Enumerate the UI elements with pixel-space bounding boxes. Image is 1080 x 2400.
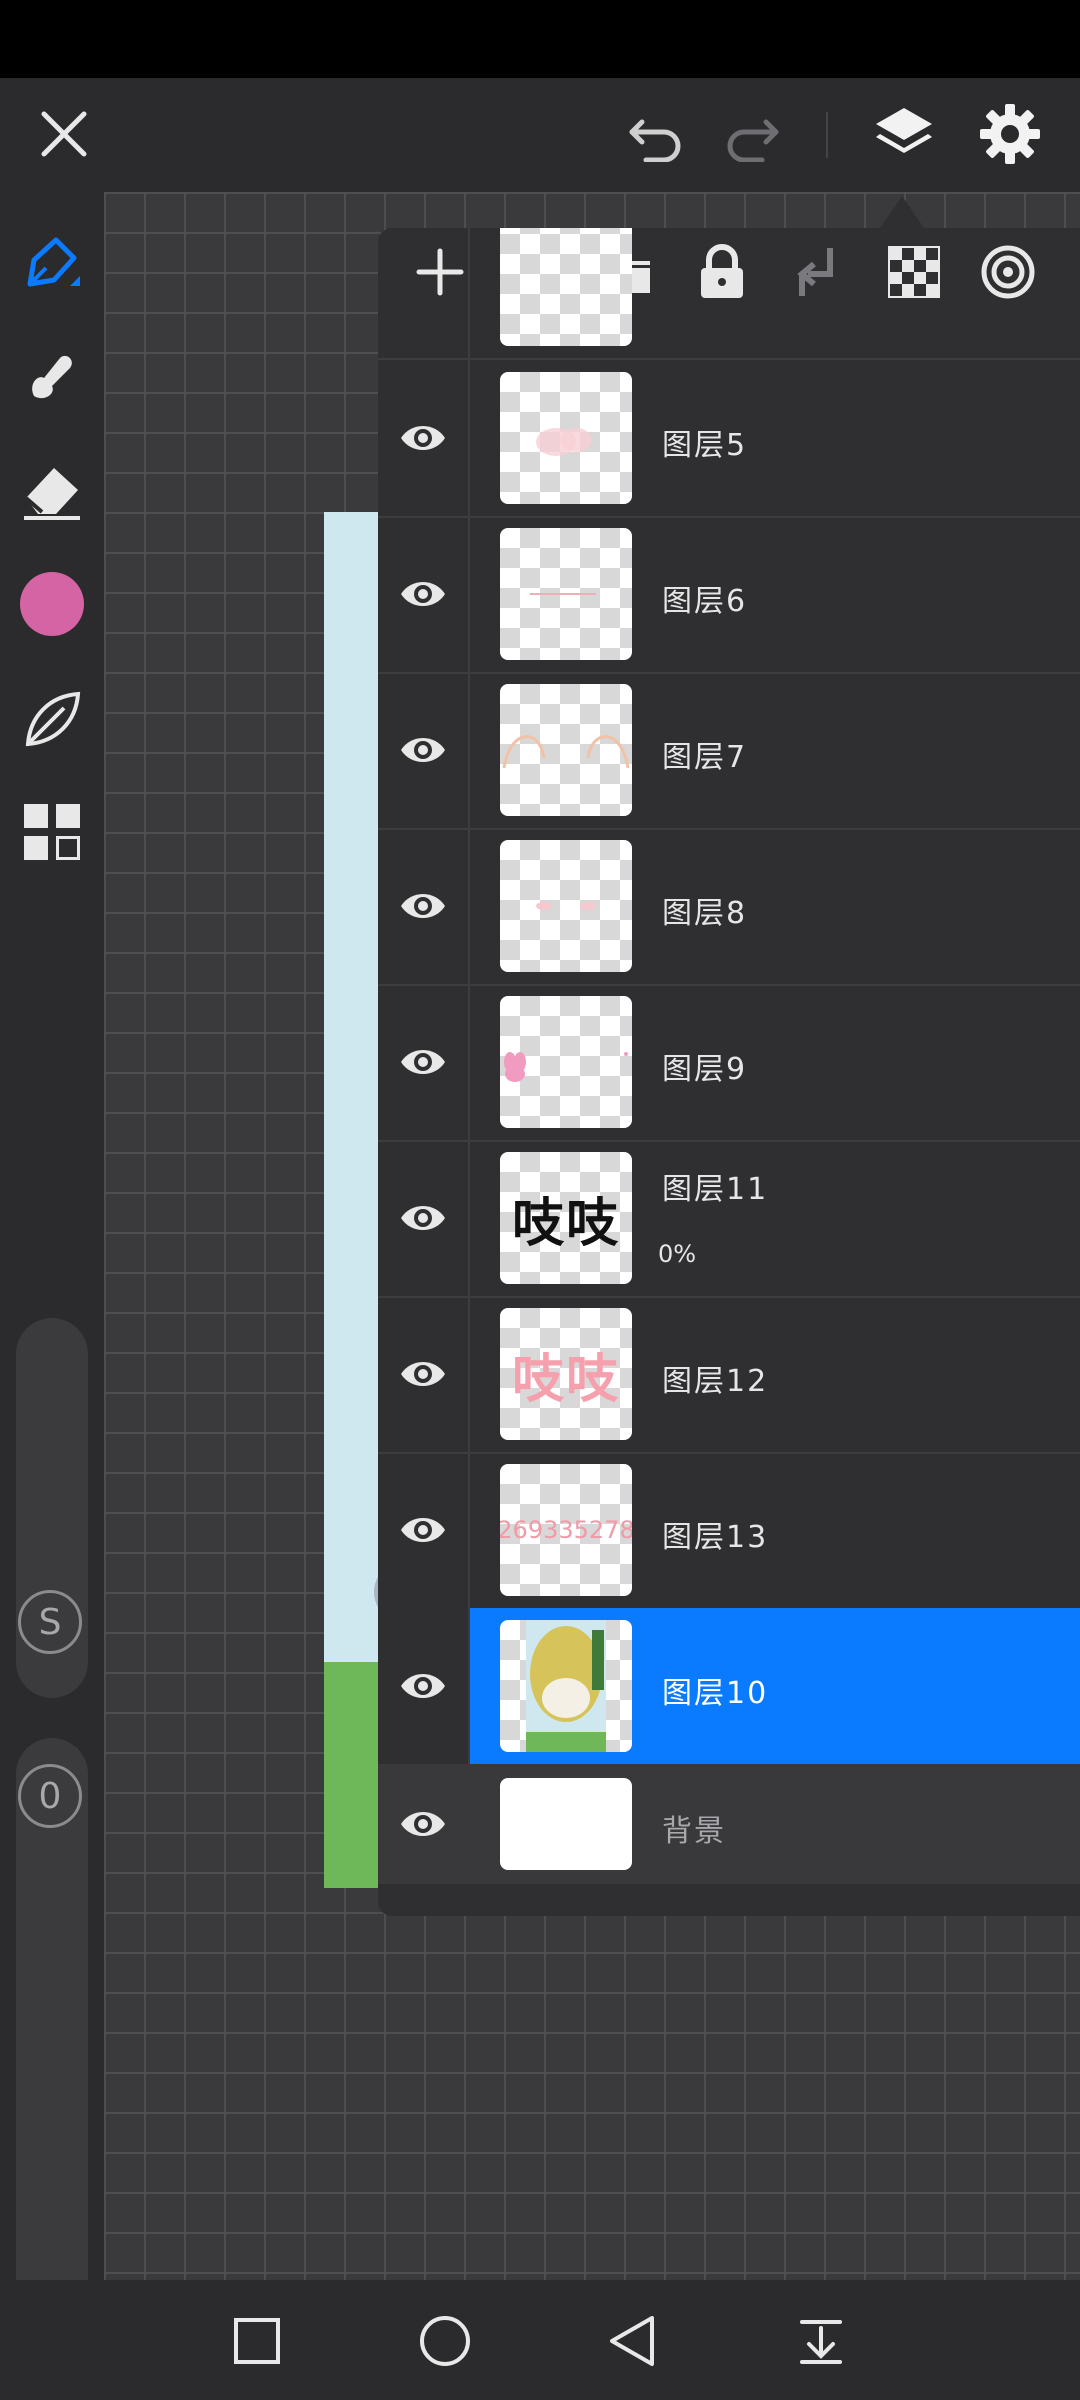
layer-name: 图层13 [662, 1520, 769, 1555]
back-triangle-icon[interactable] [598, 2306, 668, 2376]
eye-icon [401, 1362, 445, 1386]
layer-thumbnail [500, 372, 632, 504]
eye-icon [401, 1812, 445, 1836]
layer-row[interactable]: 269335278 图层13 [378, 1452, 1080, 1610]
thumb-text: 吱吱 [511, 1193, 620, 1254]
layer-row-partial[interactable] [378, 228, 1080, 360]
layer-name: 背景 [662, 1814, 726, 1849]
eye-icon [401, 582, 445, 606]
layer-name: 图层12 [662, 1364, 769, 1399]
recents-square-icon[interactable] [222, 2306, 292, 2376]
visibility-toggle[interactable] [378, 1140, 470, 1296]
thumb-text: 269335278 [500, 1516, 632, 1544]
eye-icon [401, 1518, 445, 1542]
eye-icon [401, 894, 445, 918]
visibility-toggle[interactable] [378, 984, 470, 1140]
visibility-toggle[interactable] [378, 1764, 468, 1884]
close-icon[interactable] [28, 98, 100, 170]
leaf-icon[interactable] [16, 682, 88, 754]
layer-row-selected[interactable]: 图层10 [378, 1608, 1080, 1766]
layer-name: 图层9 [662, 1052, 748, 1087]
top-toolbar [0, 78, 1080, 192]
eye-icon [401, 426, 445, 450]
layer-row[interactable]: 吱吱 图层11 0% [378, 1140, 1080, 1298]
settings-icon[interactable] [974, 98, 1046, 170]
layer-thumbnail [500, 528, 632, 660]
layer-thumbnail [500, 228, 632, 346]
thumb-text: 吱吱 [511, 1349, 620, 1410]
visibility-toggle[interactable] [378, 672, 470, 828]
layer-opacity: 0% [658, 1240, 697, 1268]
layer-row[interactable]: 图层8 [378, 828, 1080, 986]
layer-name: 图层6 [662, 584, 748, 619]
visibility-toggle[interactable] [378, 516, 470, 672]
pen-icon[interactable] [16, 226, 88, 298]
layer-row[interactable]: 图层5 [378, 360, 1080, 518]
layer-thumbnail: 吱吱 [500, 1308, 632, 1440]
undo-icon[interactable] [620, 98, 692, 170]
layer-thumbnail [500, 1778, 632, 1870]
eye-icon [401, 738, 445, 762]
system-nav-bar [0, 2280, 1080, 2400]
notification-down-icon[interactable] [786, 2306, 856, 2376]
eye-icon [401, 1206, 445, 1230]
status-bar [0, 0, 1080, 78]
layer-name: 图层8 [662, 896, 748, 931]
layer-thumbnail [500, 684, 632, 816]
layer-row[interactable]: 图层7 [378, 672, 1080, 830]
eye-icon [401, 1050, 445, 1074]
color-swatch[interactable] [16, 568, 88, 640]
size-indicator[interactable]: S [18, 1590, 82, 1654]
panel-pointer [880, 196, 924, 228]
layer-row-background[interactable]: 背景 [378, 1764, 1080, 1884]
layer-name: 图层10 [662, 1676, 769, 1711]
layers-icon[interactable] [868, 98, 940, 170]
home-circle-icon[interactable] [410, 2306, 480, 2376]
visibility-toggle[interactable] [378, 1296, 470, 1452]
layer-thumbnail: 吱吱 [500, 1152, 632, 1284]
layer-thumbnail: 269335278 [500, 1464, 632, 1596]
visibility-toggle[interactable] [378, 1608, 470, 1764]
left-toolbar: S 0 [0, 192, 104, 2332]
layer-list: 图层5 图层6 图层7 图层8 图层9 吱吱 图层11 0% 吱吱 图层12 2… [378, 228, 1080, 1916]
smudge-icon[interactable] [16, 340, 88, 412]
opacity-indicator[interactable]: 0 [18, 1764, 82, 1828]
layer-name: 图层11 [662, 1172, 769, 1207]
layer-row[interactable]: 图层6 [378, 516, 1080, 674]
redo-icon[interactable] [716, 98, 788, 170]
layer-thumbnail [500, 1620, 632, 1752]
layer-thumbnail [500, 840, 632, 972]
layer-thumbnail [500, 996, 632, 1128]
visibility-toggle[interactable] [378, 360, 470, 516]
layer-name: 图层7 [662, 740, 748, 775]
layer-row[interactable]: 图层9 [378, 984, 1080, 1142]
eye-icon [401, 1674, 445, 1698]
toolbar-divider [826, 112, 828, 158]
layer-row[interactable]: 吱吱 图层12 [378, 1296, 1080, 1454]
visibility-toggle[interactable] [378, 1452, 470, 1608]
visibility-toggle[interactable] [378, 828, 470, 984]
layer-name: 图层5 [662, 428, 748, 463]
layers-panel: 图层5 图层6 图层7 图层8 图层9 吱吱 图层11 0% 吱吱 图层12 2… [378, 228, 1080, 1916]
grid-icon[interactable] [16, 796, 88, 868]
eraser-icon[interactable] [16, 454, 88, 526]
